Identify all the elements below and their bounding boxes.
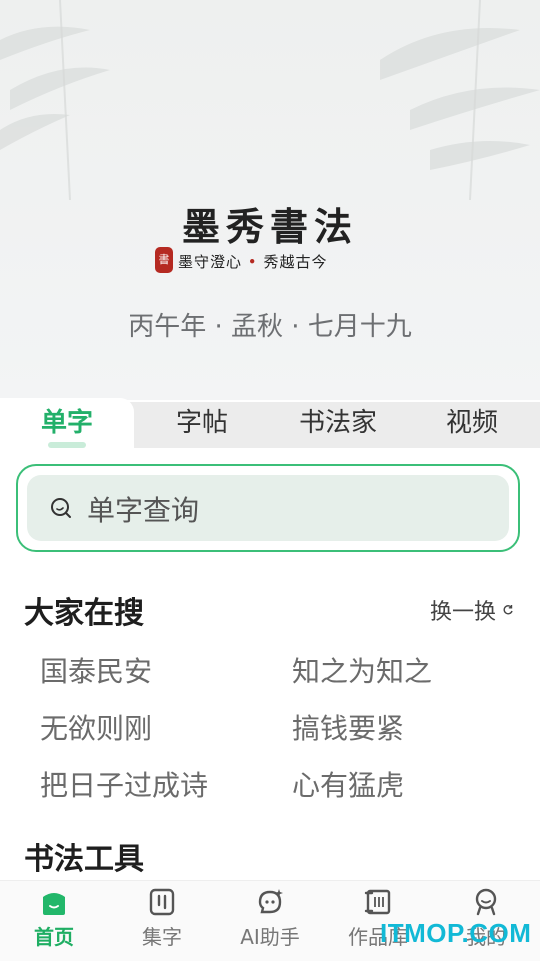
nav-collect-chars[interactable]: 集字: [108, 881, 216, 961]
tab-videos[interactable]: 视频: [420, 398, 524, 448]
refresh-button[interactable]: 换一换: [430, 594, 514, 626]
nav-ai-assistant[interactable]: AI助手: [216, 881, 324, 961]
nav-label: 首页: [34, 925, 74, 949]
hot-search-item[interactable]: 无欲则刚: [40, 707, 152, 747]
popular-title: 大家在搜: [24, 596, 144, 631]
tab-active-indicator: [48, 442, 86, 448]
ai-assistant-icon: [258, 889, 283, 914]
slogan-dot: •: [247, 253, 258, 271]
hot-search-item[interactable]: 知之为知之: [292, 650, 432, 690]
tab-label: 视频: [445, 408, 498, 438]
refresh-icon: [503, 605, 513, 615]
hot-search-item[interactable]: 心有猛虎: [292, 764, 404, 804]
nav-home[interactable]: 首页: [0, 881, 108, 961]
slogan: 墨守澄心 • 秀越古今: [178, 251, 327, 272]
app-logo-title: 墨秀書法: [181, 204, 358, 249]
site-watermark: ITMOP.COM: [380, 918, 532, 948]
tab-label: 单字: [40, 408, 93, 438]
bamboo-decoration: [0, 0, 540, 200]
tab-label: 字帖: [175, 408, 228, 438]
tab-copybook[interactable]: 字帖: [146, 398, 258, 448]
scroll-library-icon: [364, 889, 391, 915]
home-icon: [43, 893, 65, 915]
category-tabs: 单字 字帖 书法家 视频: [0, 398, 540, 450]
tools-title: 书法工具: [24, 842, 144, 877]
tab-single-char[interactable]: 单字: [0, 398, 134, 448]
seal-stamp: 書: [155, 247, 173, 273]
search-icon: [51, 498, 71, 518]
slogan-right: 秀越古今: [263, 253, 328, 271]
hot-search-item[interactable]: 把日子过成诗: [40, 764, 208, 804]
search-input[interactable]: 单字查询: [27, 475, 509, 541]
hot-search-item[interactable]: 国泰民安: [40, 650, 152, 690]
nav-label: 集字: [142, 925, 182, 949]
lunar-date: 丙午年 · 孟秋 · 七月十九: [128, 312, 412, 342]
hero-banner: 墨秀書法 書 墨守澄心 • 秀越古今 丙午年 · 孟秋 · 七月十九: [0, 0, 540, 400]
slogan-left: 墨守澄心: [178, 253, 243, 271]
refresh-label: 换一换: [430, 600, 497, 625]
search-placeholder: 单字查询: [87, 494, 200, 527]
search-box[interactable]: 单字查询: [16, 464, 520, 552]
collect-chars-icon: [149, 888, 175, 916]
hot-search-item[interactable]: 搞钱要紧: [292, 707, 404, 747]
tab-calligraphers[interactable]: 书法家: [280, 398, 396, 448]
tab-label: 书法家: [298, 408, 377, 438]
nav-label: AI助手: [240, 925, 300, 949]
profile-icon: [475, 888, 497, 916]
